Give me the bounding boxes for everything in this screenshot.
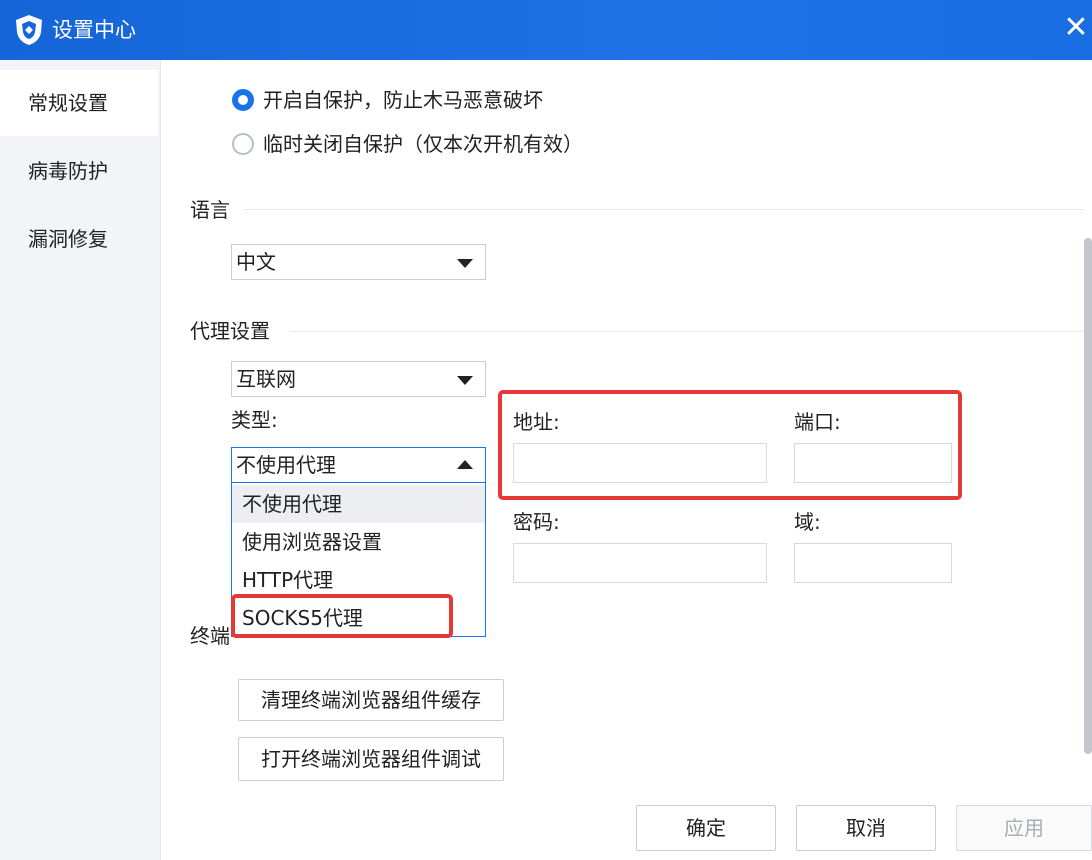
highlight-socks5-option xyxy=(231,594,453,638)
proxy-type-select[interactable]: 不使用代理 xyxy=(231,447,486,483)
shield-logo-icon xyxy=(12,13,46,47)
proxy-divider xyxy=(290,331,1084,332)
radio-enable-self-protect[interactable] xyxy=(232,89,254,111)
window-title: 设置中心 xyxy=(52,18,136,42)
proxy-section-title: 代理设置 xyxy=(190,319,270,343)
terminal-section-title: 终端 xyxy=(190,624,230,648)
language-section-title: 语言 xyxy=(190,198,230,222)
sidebar-item-vulnerability-fix[interactable]: 漏洞修复 xyxy=(0,206,158,272)
radio-disable-self-protect-label: 临时关闭自保护（仅本次开机有效） xyxy=(263,132,583,156)
proxy-type-label: 类型: xyxy=(231,408,278,432)
sidebar-item-general[interactable]: 常规设置 xyxy=(0,70,158,136)
open-debug-button[interactable]: 打开终端浏览器组件调试 xyxy=(238,737,504,781)
ok-button[interactable]: 确定 xyxy=(636,805,776,851)
proxy-password-label: 密码: xyxy=(513,510,560,534)
sidebar: 常规设置 病毒防护 漏洞修复 xyxy=(0,60,161,860)
caret-down-icon xyxy=(457,376,473,385)
proxy-domain-field[interactable] xyxy=(794,543,952,583)
language-select[interactable]: 中文 xyxy=(231,244,486,280)
close-icon[interactable]: ✕ xyxy=(1060,8,1092,48)
title-bar: 设置中心 ✕ xyxy=(0,0,1092,60)
clear-cache-button[interactable]: 清理终端浏览器组件缓存 xyxy=(238,679,504,721)
proxy-domain-label: 域: xyxy=(794,510,821,534)
proxy-option-browser[interactable]: 使用浏览器设置 xyxy=(232,523,485,561)
proxy-network-select-value: 互联网 xyxy=(236,367,296,391)
apply-button[interactable]: 应用 xyxy=(956,805,1092,851)
language-divider xyxy=(244,209,1084,210)
proxy-option-none[interactable]: 不使用代理 xyxy=(232,485,485,523)
radio-enable-self-protect-label: 开启自保护，防止木马恶意破坏 xyxy=(263,88,543,112)
proxy-password-field[interactable] xyxy=(513,543,767,583)
language-select-value: 中文 xyxy=(236,250,276,274)
proxy-domain-input[interactable] xyxy=(795,544,951,582)
sidebar-item-virus-protection[interactable]: 病毒防护 xyxy=(0,138,158,204)
caret-up-icon xyxy=(457,460,473,469)
scrollbar-thumb[interactable] xyxy=(1084,238,1092,754)
radio-disable-self-protect[interactable] xyxy=(232,133,254,155)
caret-down-icon xyxy=(457,259,473,268)
cancel-button[interactable]: 取消 xyxy=(796,805,936,851)
highlight-address-port xyxy=(498,390,962,500)
proxy-password-input[interactable] xyxy=(514,544,766,582)
proxy-type-select-value: 不使用代理 xyxy=(236,453,336,477)
proxy-network-select[interactable]: 互联网 xyxy=(231,361,486,397)
